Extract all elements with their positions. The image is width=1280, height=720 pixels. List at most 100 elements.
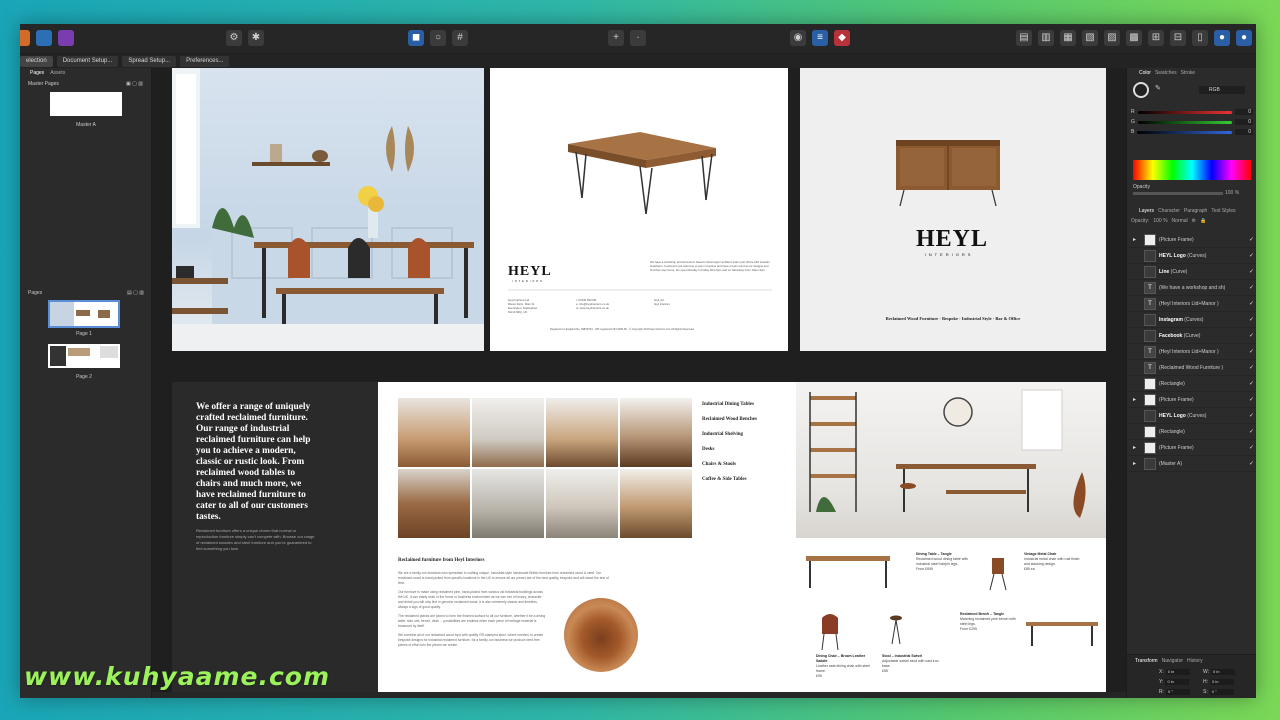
spread-1[interactable]: HEYL INTERIORS We have a workshop and sh… [172,68,1106,351]
align-left-icon[interactable]: ▤ [1016,30,1032,46]
align-right-icon[interactable]: ▦ [1060,30,1076,46]
document-setup-button[interactable]: Document Setup... [56,55,119,67]
lock-icon[interactable]: 🔒 [1200,218,1206,224]
green-track[interactable] [1137,120,1232,124]
selection-button[interactable]: election [20,55,53,67]
align-center-icon[interactable]: ▥ [1038,30,1054,46]
master-pages-actions-icon[interactable]: ▣ ▢ ▥ [126,81,143,87]
slider-value[interactable]: 0 [1235,119,1253,125]
visibility-check[interactable]: ✓ [1249,332,1256,339]
arrange-icon[interactable]: ▨ [1104,30,1120,46]
pages-actions-icon[interactable]: ▤ ▢ ▥ [127,290,144,296]
layer-row[interactable]: T (Heyl Interiors Ltd+Manor ) ✓ [1127,344,1256,360]
layer-row[interactable]: T (Heyl Interiors Ltd+Manor ) ✓ [1127,296,1256,312]
preferences-button[interactable]: Preferences... [180,55,230,67]
layer-row[interactable]: ▸ (Picture Frame) ✓ [1127,232,1256,248]
slider-value[interactable]: 0 [1235,129,1253,135]
category-item[interactable]: Chairs & Stools [702,462,792,477]
grid-icon[interactable]: # [452,30,468,46]
tab-pages[interactable]: Pages [30,70,44,76]
field-y[interactable]: Y: 0 in [1159,679,1190,685]
text-frame-icon[interactable]: ≡ [812,30,828,46]
field-value[interactable]: 0 in [1211,669,1236,675]
layer-row[interactable]: ▸ (Master A) ✓ [1127,456,1256,472]
color-model-select[interactable]: RGB [1199,86,1245,94]
circle-tool-icon[interactable]: ○ [430,30,446,46]
tab-text-styles[interactable]: Text Styles [1211,208,1235,214]
opacity-value[interactable]: 100 % [1225,190,1239,196]
dot-icon[interactable]: · [630,30,646,46]
category-item[interactable]: Desks [702,447,792,462]
category-item[interactable]: Industrial Dining Tables [702,402,792,417]
spread-setup-button[interactable]: Spread Setup... [122,55,177,67]
persona-publisher-icon[interactable] [58,30,74,46]
tab-character[interactable]: Character [1158,208,1180,214]
distribute-icon[interactable]: ▧ [1082,30,1098,46]
layer-row[interactable]: T (Reclaimed Wood Furniture ) ✓ [1127,360,1256,376]
layer-row[interactable]: ▸ (Picture Frame) ✓ [1127,440,1256,456]
layer-settings-icon[interactable]: ⚙ [1192,218,1196,224]
persona-photo-icon[interactable] [20,30,30,46]
expand-icon[interactable]: ▸ [1133,444,1141,451]
page-1-thumbnail[interactable] [48,300,120,328]
tab-transform[interactable]: Transform [1135,658,1158,664]
visibility-check[interactable]: ✓ [1249,412,1256,419]
visibility-check[interactable]: ✓ [1249,252,1256,259]
preflight-icon[interactable]: ✱ [248,30,264,46]
slider-value[interactable]: 0 [1235,109,1253,115]
field-r[interactable]: R: 0 ° [1159,689,1190,695]
visibility-check[interactable]: ✓ [1249,316,1256,323]
expand-icon[interactable]: ▸ [1133,460,1141,467]
master-pages-header[interactable]: Master Pages ▣ ▢ ▥ [20,78,151,90]
category-item[interactable]: Reclaimed Wood Benches [702,417,792,432]
visibility-check[interactable]: ✓ [1249,284,1256,291]
tab-swatches[interactable]: Swatches [1155,70,1177,76]
tab-assets[interactable]: Assets [50,70,65,76]
field-value[interactable]: 0 ° [1209,689,1234,695]
fill-swatch[interactable] [1133,82,1149,98]
visibility-check[interactable]: ✓ [1249,460,1256,467]
tab-stroke[interactable]: Stroke [1181,70,1195,76]
layer-row[interactable]: Line (Curve) ✓ [1127,264,1256,280]
boolean-icon[interactable]: ⊟ [1170,30,1186,46]
field-value[interactable]: 0 in [1210,679,1234,685]
plus-icon[interactable]: + [608,30,624,46]
slider-red[interactable]: R 0 [1131,108,1253,116]
field-s[interactable]: S: 0 ° [1203,689,1234,695]
blend-mode-select[interactable]: Normal [1172,218,1188,224]
visibility-check[interactable]: ✓ [1249,444,1256,451]
visibility-check[interactable]: ✓ [1249,364,1256,371]
layers-opacity-value[interactable]: 100 % [1153,218,1167,224]
transform-icon[interactable]: ▩ [1126,30,1142,46]
contact-page[interactable]: HEYL INTERIORS We have a workshop and sh… [490,68,788,351]
field-value[interactable]: 0 ° [1166,689,1190,695]
color-pick-icon[interactable]: ◆ [834,30,850,46]
intro-panel[interactable]: We offer a range of uniquely crafted rec… [172,382,378,698]
pages-header[interactable]: Pages ▤ ▢ ▥ [20,290,152,296]
eye-icon[interactable]: ◉ [790,30,806,46]
field-value[interactable]: 0 in [1165,669,1190,675]
document-canvas[interactable]: HEYL INTERIORS We have a workshop and sh… [152,68,1126,698]
visibility-check[interactable]: ✓ [1249,300,1256,307]
tab-history[interactable]: History [1187,658,1203,664]
tab-color[interactable]: Color [1139,70,1151,76]
visibility-check[interactable]: ✓ [1249,268,1256,275]
field-x[interactable]: X: 0 in [1159,669,1190,675]
view-mode-icon[interactable]: ◼ [408,30,424,46]
visibility-check[interactable]: ✓ [1249,428,1256,435]
snap-icon[interactable]: ⊞ [1148,30,1164,46]
tab-layers[interactable]: Layers [1139,208,1154,214]
layer-row[interactable]: (Rectangle) ✓ [1127,376,1256,392]
master-page-thumbnail[interactable] [50,92,122,116]
spread-2[interactable]: We offer a range of uniquely crafted rec… [172,382,1106,698]
page-2-thumbnail[interactable] [48,344,120,368]
expand-icon[interactable]: ▸ [1133,396,1141,403]
field-value[interactable]: 0 in [1165,679,1190,685]
layer-row[interactable]: Facebook (Curve) ✓ [1127,328,1256,344]
layer-row[interactable]: HEYL Logo (Curves) ✓ [1127,408,1256,424]
visibility-check[interactable]: ✓ [1249,236,1256,243]
layer-row[interactable]: (Rectangle) ✓ [1127,424,1256,440]
columns-icon[interactable]: ▯ [1192,30,1208,46]
category-item[interactable]: Industrial Shelving [702,432,792,447]
opacity-slider[interactable] [1133,192,1223,195]
